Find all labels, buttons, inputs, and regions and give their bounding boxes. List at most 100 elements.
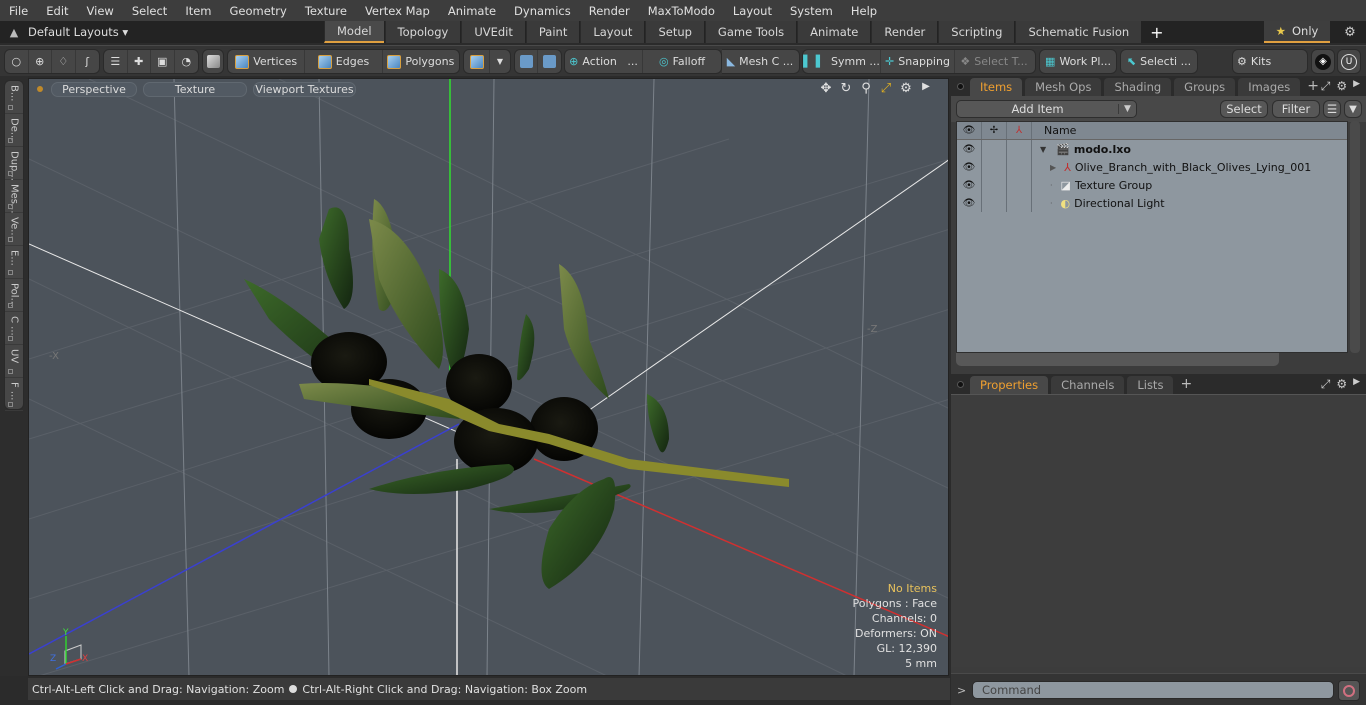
add-panel-tab-icon[interactable]: + [1307,78,1319,94]
properties-tab-properties[interactable]: Properties [970,376,1049,394]
pan-icon[interactable]: ✥ [818,81,834,96]
selection-sets-button[interactable]: ⬉ Selecti ... [1121,50,1197,73]
layout-gear-icon[interactable]: ⚙ [1340,21,1360,43]
command-input[interactable]: Command [972,681,1334,699]
tree-item[interactable]: · ◪ Texture Group [1050,176,1152,194]
left-tool-tab[interactable]: E... [5,246,23,279]
maximize-icon[interactable]: ⤢ [878,81,894,96]
menu-geometry[interactable]: Geometry [221,4,296,18]
globe-tool-button[interactable]: ⊕ [29,50,52,73]
visibility-eye-icon[interactable]: 👁 [957,194,982,212]
left-tool-tab[interactable]: Ve... [5,213,23,246]
left-tool-tab[interactable]: Pol... [5,279,23,312]
add-item-dropdown-icon[interactable]: ▼ [1118,104,1136,114]
tree-row[interactable]: 👁 · ◐ Directional Light [957,194,1347,212]
properties-arrow-icon[interactable]: ▶ [1353,377,1360,392]
properties-tab-channels[interactable]: Channels [1051,376,1125,394]
viewport-menu-dot[interactable] [37,86,43,92]
expand-arrow-icon[interactable]: ▼ [1040,145,1046,154]
menu-animate[interactable]: Animate [439,4,505,18]
layout-tab-paint[interactable]: Paint [525,21,580,43]
menu-file[interactable]: File [0,4,37,18]
center-pivot-button[interactable] [538,50,561,73]
align-tool-button[interactable]: ☰ [104,50,128,73]
menu-edit[interactable]: Edit [37,4,77,18]
layout-tab-game-tools[interactable]: Game Tools [704,21,797,43]
record-macro-button[interactable] [1338,680,1360,701]
add-item-button[interactable]: Add Item ▼ [956,100,1137,118]
menu-system[interactable]: System [781,4,842,18]
dial-tool-button[interactable]: ◔ [175,50,198,73]
items-tab-shading[interactable]: Shading [1104,78,1172,96]
menu-layout[interactable]: Layout [724,4,781,18]
item-mode-button[interactable] [203,50,223,73]
left-tool-tab[interactable]: B... [5,81,23,114]
layout-tab-scripting[interactable]: Scripting [938,21,1015,43]
action-center-button[interactable]: ⊕ Action ... [565,50,643,73]
rotate-icon[interactable]: ↻ [838,81,854,96]
left-tool-tab[interactable]: F ... [5,378,23,411]
zoom-icon[interactable]: ⚲ [858,81,874,96]
frame-tool-button[interactable]: ▣ [151,50,175,73]
items-tab-mesh-ops[interactable]: Mesh Ops [1025,78,1102,96]
layout-tab-topology[interactable]: Topology [384,21,461,43]
items-tab-images[interactable]: Images [1238,78,1301,96]
default-layouts-dropdown[interactable]: Default Layouts ▾ [28,25,324,39]
polygons-mode-button[interactable]: Polygons [383,50,459,73]
layout-tab-layout[interactable]: Layout [580,21,645,43]
list-options-icon[interactable]: ☰ [1323,100,1341,118]
falloff-button[interactable]: ◎ Falloff [643,50,721,73]
menu-select[interactable]: Select [123,4,176,18]
menu-vertex-map[interactable]: Vertex Map [356,4,439,18]
tree-row[interactable]: 👁 ▶ ⅄ Olive_Branch_with_Black_Olives_Lying_… [957,158,1347,176]
left-tool-tab[interactable]: UV [5,345,23,378]
properties-menu-dot[interactable] [957,381,964,388]
uv-unwrap-button[interactable]: ✚ [128,50,151,73]
only-filter-button[interactable]: ★ Only [1264,21,1330,43]
menu-help[interactable]: Help [842,4,886,18]
name-column-header[interactable]: Name [1032,122,1076,139]
collapse-up-icon[interactable]: ▲ [0,26,28,39]
layout-tab-animate[interactable]: Animate [797,21,871,43]
funnel-filter-icon[interactable]: ▼ [1344,100,1362,118]
kits-button[interactable]: ⚙ Kits [1233,50,1307,73]
material-mode-button[interactable] [464,50,490,73]
mesh-constraint-button[interactable]: ◣ Mesh C ... [722,50,798,73]
visibility-eye-icon[interactable]: 👁 [957,140,982,158]
tree-row[interactable]: 👁 ▼ 🎬 modo.lxo [957,140,1347,158]
panel-gear-icon[interactable]: ⚙ [1336,79,1347,94]
sphere-tool-button[interactable]: ○ [5,50,29,73]
layout-tab-uvedit[interactable]: UVEdit [461,21,525,43]
left-tool-tab[interactable]: De... [5,114,23,147]
properties-tab-lists[interactable]: Lists [1127,376,1174,394]
items-tab-items[interactable]: Items [970,78,1023,96]
pen-tool-button[interactable]: ♢ [52,50,76,73]
tree-item[interactable]: ▼ 🎬 modo.lxo [1040,140,1131,158]
curve-tool-button[interactable]: ʃ [76,50,99,73]
viewport-textures-button[interactable]: Viewport Textures [253,81,356,97]
menu-dynamics[interactable]: Dynamics [505,4,580,18]
snapping-button[interactable]: ✛ Snapping [881,50,955,73]
tree-item[interactable]: · ◐ Directional Light [1050,194,1165,212]
tree-row[interactable]: 👁 · ◪ Texture Group [957,176,1347,194]
layout-tab-schematic-fusion[interactable]: Schematic Fusion [1015,21,1142,43]
items-tab-groups[interactable]: Groups [1174,78,1236,96]
viewport-gear-icon[interactable]: ⚙ [898,81,914,96]
menu-texture[interactable]: Texture [296,4,356,18]
unity-button[interactable]: ◈ [1312,50,1334,73]
menu-view[interactable]: View [78,4,123,18]
vertices-mode-button[interactable]: Vertices [228,50,306,73]
properties-gear-icon[interactable]: ⚙ [1336,377,1347,392]
edges-mode-button[interactable]: Edges [305,50,383,73]
items-vertical-scrollbar[interactable] [1350,121,1360,353]
3d-viewport[interactable]: -X -Z Y Z X Perspective Texture Viewport… [28,78,949,676]
menu-item[interactable]: Item [176,4,220,18]
viewport-expand-arrow-icon[interactable]: ▶ [918,81,934,96]
panel-menu-dot[interactable] [957,83,964,90]
expand-arrow-icon[interactable]: ▶ [1050,163,1056,172]
move-pivot-button[interactable] [515,50,538,73]
tree-item[interactable]: ▶ ⅄ Olive_Branch_with_Black_Olives_Lying_0… [1050,158,1311,176]
add-properties-tab-icon[interactable]: + [1180,376,1192,392]
left-tool-tab[interactable]: Dup... [5,147,23,181]
items-select-button[interactable]: Select [1220,100,1268,118]
